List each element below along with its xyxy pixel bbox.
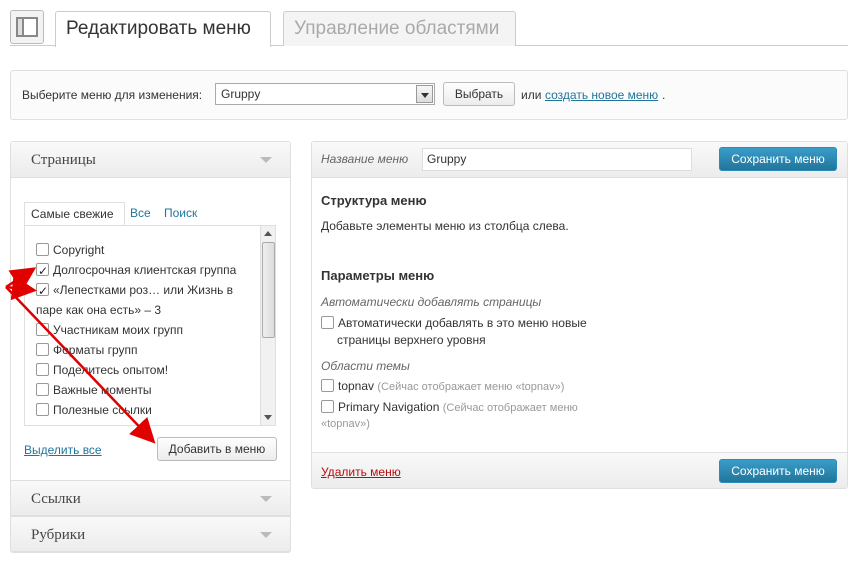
auto-add-pages-label: Автоматически добавлять страницы: [321, 295, 542, 309]
scroll-thumb[interactable]: [262, 242, 275, 338]
primary-navigation-name: Primary Navigation: [338, 400, 440, 414]
theme-locations-label: Области темы: [321, 359, 410, 373]
chevron-down-icon[interactable]: [260, 157, 272, 163]
list-item-continuation: паре как она есть» – 3: [36, 300, 161, 320]
select-menu-button[interactable]: Выбрать: [443, 82, 515, 106]
checkbox[interactable]: [36, 323, 49, 336]
checkbox[interactable]: [36, 383, 49, 396]
menu-structure-hint: Добавьте элементы меню из столбца слева.: [321, 219, 569, 233]
topnav-name: topnav: [338, 379, 375, 393]
list-item-label: Важные моменты: [53, 383, 152, 397]
list-item-label: Поделитесь опытом!: [53, 363, 169, 377]
auto-add-text-2: страницы верхнего уровня: [337, 333, 486, 347]
checkbox[interactable]: [36, 403, 49, 416]
sentence-dot: .: [662, 88, 666, 102]
tab-manage-locations[interactable]: Управление областями: [283, 11, 516, 46]
location-topnav[interactable]: topnav (Сейчас отображает меню «topnav»): [321, 378, 564, 396]
select-all-link[interactable]: Выделить все: [24, 443, 102, 457]
list-item-label: Форматы групп: [53, 343, 138, 357]
menus-screen-icon: [10, 10, 44, 44]
categories-section-title: Рубрики: [31, 527, 86, 543]
or-text: или: [521, 88, 542, 102]
list-item-label: паре как она есть» – 3: [36, 303, 162, 317]
primary-navigation-note-1: (Сейчас отображает меню: [442, 402, 578, 414]
checkbox[interactable]: [36, 261, 49, 281]
menu-settings-title: Параметры меню: [321, 268, 435, 283]
list-item[interactable]: Участникам моих групп: [36, 320, 183, 340]
list-item-label: Участникам моих групп: [53, 323, 184, 337]
chevron-down-icon[interactable]: [416, 85, 433, 103]
tab-most-recent[interactable]: Самые свежие: [24, 202, 125, 226]
auto-add-option[interactable]: Автоматически добавлять в это меню новые: [321, 315, 587, 332]
topnav-note: (Сейчас отображает меню «topnav»): [377, 381, 565, 393]
checkbox[interactable]: [36, 243, 49, 256]
checkbox[interactable]: [36, 281, 49, 301]
pages-section-title: Страницы: [31, 152, 96, 168]
tab-search[interactable]: Поиск: [164, 202, 197, 226]
menu-name-label: Название меню: [321, 152, 409, 166]
list-item[interactable]: Поделитесь опытом!: [36, 360, 168, 380]
scroll-up-icon[interactable]: [264, 231, 272, 236]
list-item-label: «Лепестками роз… или Жизнь в: [53, 283, 234, 297]
primary-navigation-checkbox[interactable]: [321, 400, 334, 413]
menu-structure-title: Структура меню: [321, 193, 427, 208]
menu-select[interactable]: Gruppy: [215, 83, 435, 105]
list-item[interactable]: Форматы групп: [36, 340, 138, 360]
list-item-label: Полезные ссылки: [53, 403, 152, 417]
list-item[interactable]: Важные моменты: [36, 380, 152, 400]
pages-section-header[interactable]: Страницы: [11, 142, 290, 178]
save-menu-button-bottom[interactable]: Сохранить меню: [719, 459, 837, 483]
list-item-label: Долгосрочная клиентская группа: [53, 263, 237, 277]
add-to-menu-button[interactable]: Добавить в меню: [157, 437, 277, 461]
checkbox[interactable]: [36, 363, 49, 376]
create-new-menu-link[interactable]: создать новое меню: [545, 88, 658, 102]
chevron-down-icon[interactable]: [260, 532, 272, 538]
menu-name-input[interactable]: Gruppy: [422, 148, 692, 171]
tab-edit-menu[interactable]: Редактировать меню: [55, 11, 271, 47]
pages-list-scrollbar[interactable]: [260, 226, 275, 425]
save-menu-button-top[interactable]: Сохранить меню: [719, 147, 837, 171]
links-section-header[interactable]: Ссылки: [11, 480, 290, 516]
list-item[interactable]: Copyright: [36, 240, 104, 260]
checkbox[interactable]: [36, 343, 49, 356]
auto-add-checkbox[interactable]: [321, 316, 334, 329]
categories-section-header[interactable]: Рубрики: [11, 516, 290, 552]
scroll-down-icon[interactable]: [264, 415, 272, 420]
menu-select-value: Gruppy: [221, 87, 261, 101]
list-item[interactable]: Долгосрочная клиентская группа: [36, 260, 237, 281]
list-item-label: Copyright: [53, 243, 105, 257]
links-section-title: Ссылки: [31, 491, 81, 507]
chevron-down-icon[interactable]: [260, 496, 272, 502]
location-primary-navigation[interactable]: Primary Navigation (Сейчас отображает ме…: [321, 399, 578, 417]
primary-navigation-note-2: «topnav»): [321, 418, 370, 430]
delete-menu-link[interactable]: Удалить меню: [321, 465, 401, 479]
topnav-checkbox[interactable]: [321, 379, 334, 392]
list-item[interactable]: «Лепестками роз… или Жизнь в: [36, 280, 234, 301]
tab-all[interactable]: Все: [130, 202, 151, 226]
menu-selector-label: Выберите меню для изменения:: [22, 88, 203, 102]
auto-add-text-1: Автоматически добавлять в это меню новые: [338, 316, 587, 330]
list-item[interactable]: Полезные ссылки: [36, 400, 152, 420]
